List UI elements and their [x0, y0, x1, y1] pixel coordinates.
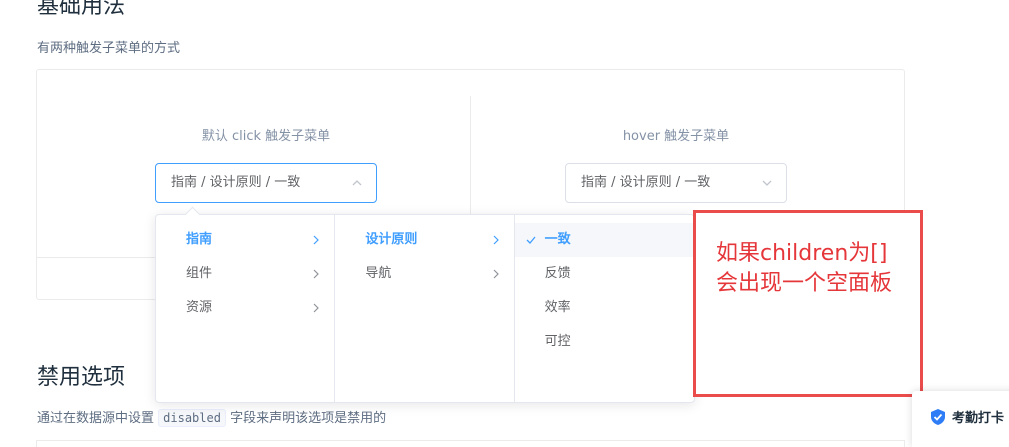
demo-block-disabled	[36, 440, 905, 447]
menu-item-controllable[interactable]: 可控	[515, 325, 694, 359]
hover-cascader-value: 指南 / 设计原则 / 一致	[581, 175, 711, 190]
menu-item-efficiency[interactable]: 效率	[515, 291, 694, 325]
hover-cascader-input[interactable]: 指南 / 设计原则 / 一致	[565, 163, 787, 203]
chevron-right-icon	[493, 269, 499, 279]
menu-item-design-principles[interactable]: 设计原则	[335, 223, 513, 257]
click-cascader-value: 指南 / 设计原则 / 一致	[171, 175, 301, 190]
menu-item-label: 资源	[186, 300, 213, 315]
annotation-text: 如果children为[] 会出现一个空面板	[716, 241, 893, 296]
click-cascader-input[interactable]: 指南 / 设计原则 / 一致	[155, 163, 377, 203]
menu-item-label: 组件	[186, 266, 213, 281]
chevron-right-icon	[313, 269, 320, 279]
menu-item-guide[interactable]: 指南	[156, 223, 334, 257]
cascader-menu-level-1: 指南 组件 资源	[156, 215, 336, 402]
cascader-dropdown: 指南 组件 资源 设计原则 导航 一致 反馈 效率 可控	[155, 214, 695, 403]
menu-item-label: 可控	[544, 334, 571, 349]
menu-item-label: 指南	[186, 232, 213, 247]
menu-item-feedback[interactable]: 反馈	[515, 257, 694, 291]
section-title-disabled: 禁用选项	[37, 365, 126, 390]
chevron-right-icon	[493, 235, 499, 245]
demo-divider	[470, 96, 471, 216]
section-description-disabled: 通过在数据源中设置 disabled 字段来声明该选项是禁用的	[37, 407, 387, 427]
chevron-down-icon	[762, 180, 772, 186]
checkin-label: 考勤打卡	[952, 411, 1005, 426]
menu-item-label: 一致	[544, 232, 571, 247]
menu-item-resource[interactable]: 资源	[156, 291, 334, 325]
chevron-right-icon	[313, 303, 320, 313]
menu-item-label: 导航	[365, 266, 392, 281]
section-description-basic: 有两种触发子菜单的方式	[37, 41, 181, 56]
section-title-basic: 基础用法	[37, 0, 126, 19]
inline-code: disabled	[158, 409, 226, 427]
annotation-box: 如果children为[] 会出现一个空面板	[693, 210, 923, 397]
menu-item-label: 反馈	[544, 266, 571, 281]
menu-item-label: 设计原则	[365, 232, 418, 247]
chevron-right-icon	[313, 235, 320, 245]
desc-text: 通过在数据源中设置	[37, 411, 159, 426]
cascader-menu-level-2: 设计原则 导航	[335, 215, 515, 402]
shield-check-icon	[931, 409, 945, 425]
hover-demo-label: hover 触发子菜单	[622, 129, 730, 144]
click-demo-label: 默认 click 触发子菜单	[201, 129, 331, 144]
menu-item-label: 效率	[544, 300, 571, 315]
desc-text: 字段来声明该选项是禁用的	[225, 411, 387, 426]
cascader-menu-level-3: 一致 反馈 效率 可控	[514, 215, 694, 402]
checkin-button[interactable]: 考勤打卡	[912, 391, 1009, 447]
chevron-up-icon	[352, 180, 362, 186]
menu-item-consistency[interactable]: 一致	[514, 223, 694, 257]
menu-item-navigation[interactable]: 导航	[335, 257, 513, 291]
check-icon	[526, 236, 536, 244]
menu-item-component[interactable]: 组件	[156, 257, 334, 291]
